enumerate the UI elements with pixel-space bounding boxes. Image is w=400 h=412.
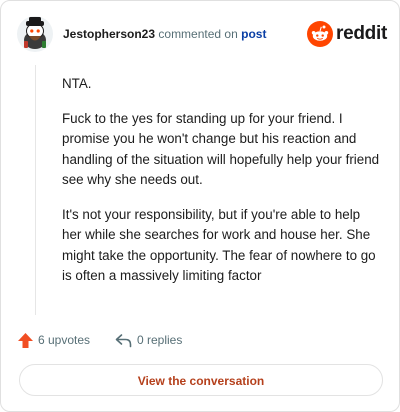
comment-paragraph: NTA. <box>62 76 92 91</box>
upvote-arrow-icon <box>18 333 33 348</box>
upvote-count: 6 upvotes <box>38 333 91 347</box>
reply-count: 0 replies <box>137 333 183 347</box>
comment-body: NTA. Fuck to the yes for standing up for… <box>62 74 380 301</box>
brand-wordmark: reddit <box>336 23 387 44</box>
reddit-logo-icon <box>307 21 333 47</box>
author-line: Jestopherson23 commented on post <box>63 26 266 42</box>
avatar[interactable] <box>17 16 53 52</box>
thread-line <box>35 65 36 315</box>
view-conversation-button[interactable]: View the conversation <box>19 364 383 396</box>
comment-card: Jestopherson23 commented on post reddit … <box>0 0 400 412</box>
comment-paragraph: It's not your responsibility, but if you… <box>62 206 376 284</box>
post-link[interactable]: post <box>241 27 266 41</box>
author-name[interactable]: Jestopherson23 <box>63 27 155 41</box>
commented-on-text: commented on <box>158 27 238 41</box>
reply-arrow-icon <box>115 334 132 348</box>
reddit-brand[interactable]: reddit <box>307 20 387 48</box>
comment-footer: 6 upvotes 0 replies <box>17 331 387 351</box>
comment-header: Jestopherson23 commented on post reddit <box>17 15 387 55</box>
comment-paragraph: Fuck to the yes for standing up for your… <box>62 110 380 188</box>
